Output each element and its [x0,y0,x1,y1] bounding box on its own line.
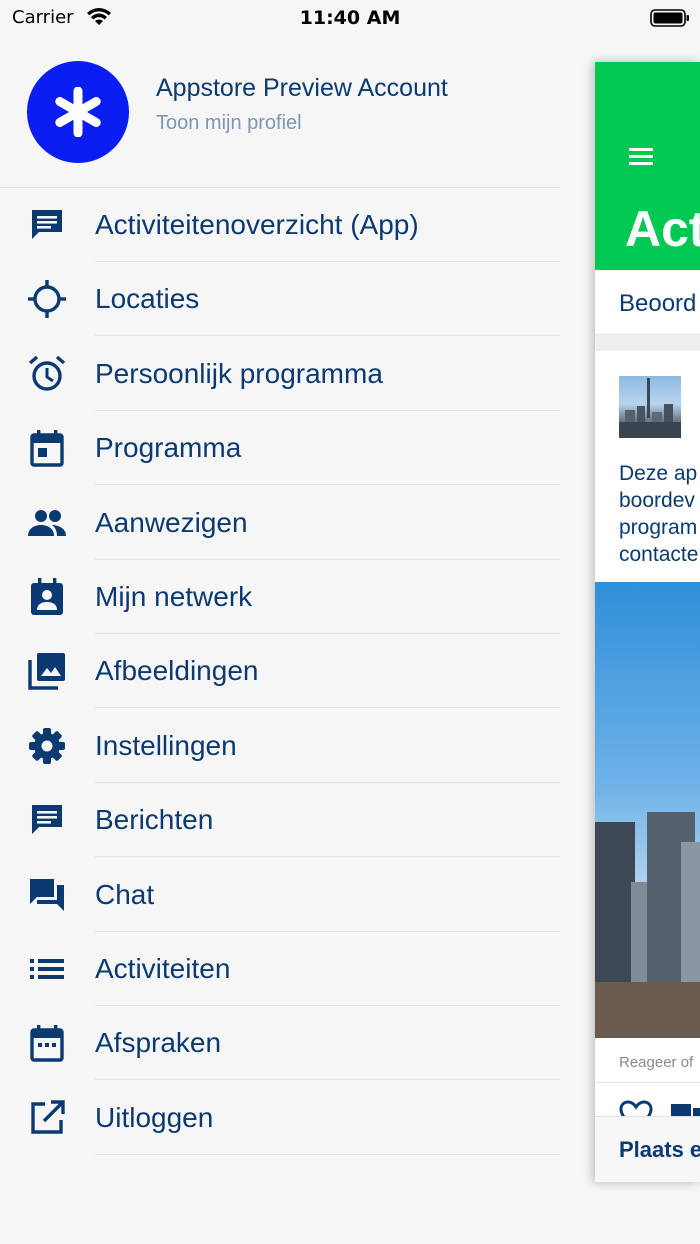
chat-icon [27,877,67,913]
menu-item-label: Activiteiten [95,932,560,1006]
comment-composer[interactable]: Plaats e [595,1116,700,1182]
post-text-line: boordev [619,489,695,512]
menu-item-label: Chat [95,858,560,932]
composer-placeholder: Plaats e [619,1137,700,1162]
menu-item-label: Locaties [95,262,560,337]
post-image[interactable] [595,582,700,1038]
logout-icon [27,1099,67,1136]
post-text-line: program [619,516,698,539]
post-avatar-image [619,376,681,438]
contact-card-icon [27,577,67,615]
menu-item-berichten[interactable]: Berichten [0,783,560,858]
asterisk-icon [55,87,101,137]
menu-item-label: Activiteitenoverzicht (App) [95,188,560,262]
post-text-line: contacte [619,543,699,566]
crosshair-icon [27,280,67,319]
menu-item-label: Afbeeldingen [95,634,560,709]
menu-item-afspraken[interactable]: Afspraken [0,1006,560,1081]
photo-library-icon [27,653,67,691]
menu-item-label: Afspraken [95,1006,560,1081]
tab-bar: Beoord [595,270,700,335]
menu-item-label: Persoonlijk programma [95,337,560,411]
tab-beoordelingen[interactable]: Beoord [619,290,696,318]
menu-item-mijn-netwerk[interactable]: Mijn netwerk [0,560,560,634]
menu-item-label: Programma [95,411,560,486]
post-text: Deze ap boordev program contacte [619,460,698,568]
battery-icon [650,9,689,27]
list-icon [27,951,67,987]
menu-item-uitloggen[interactable]: Uitloggen [0,1081,560,1155]
menu-item-aanwezigen[interactable]: Aanwezigen [0,486,560,560]
calendar-day-icon [27,430,67,467]
menu-item-persoonlijk-programma[interactable]: Persoonlijk programma [0,337,560,411]
menu-item-activiteiten[interactable]: Activiteiten [0,932,560,1006]
gear-icon [27,727,67,764]
menu-item-label: Berichten [95,783,560,858]
menu-item-afbeeldingen[interactable]: Afbeeldingen [0,634,560,709]
show-profile-link[interactable]: Toon mijn profiel [156,112,302,135]
status-bar: Carrier 11:40 AM [0,0,700,36]
menu-item-chat[interactable]: Chat [0,858,560,932]
navigation-drawer: Appstore Preview Account Toon mijn profi… [0,36,560,1155]
menu-list: Activiteitenoverzicht (App) Locaties Per… [0,188,560,1155]
post-text-line: Deze ap [619,462,698,485]
menu-item-label: Instellingen [95,709,560,783]
avatar[interactable] [27,61,129,163]
main-content-card: Act Beoord Deze ap boordev program conta… [595,62,700,1182]
feed-icon [27,207,67,243]
hamburger-icon[interactable] [629,148,653,166]
page-title: Act [625,201,700,257]
divider [595,1082,700,1083]
menu-item-activiteitenoverzicht[interactable]: Activiteitenoverzicht (App) [0,188,560,262]
calendar-icon [27,1025,67,1062]
section-gap [595,335,700,351]
page-header: Act [595,62,700,270]
menu-item-label: Uitloggen [95,1081,560,1155]
profile-name: Appstore Preview Account [156,74,448,102]
menu-item-label: Aanwezigen [95,486,560,560]
message-icon [27,802,67,838]
people-icon [27,505,67,541]
menu-item-locaties[interactable]: Locaties [0,262,560,337]
menu-item-label: Mijn netwerk [95,560,560,634]
alarm-clock-icon [27,355,67,392]
profile-header[interactable]: Appstore Preview Account Toon mijn profi… [0,36,560,188]
clock: 11:40 AM [299,7,401,29]
menu-item-programma[interactable]: Programma [0,411,560,486]
reply-hint: Reageer of [619,1054,694,1071]
menu-item-instellingen[interactable]: Instellingen [0,709,560,783]
